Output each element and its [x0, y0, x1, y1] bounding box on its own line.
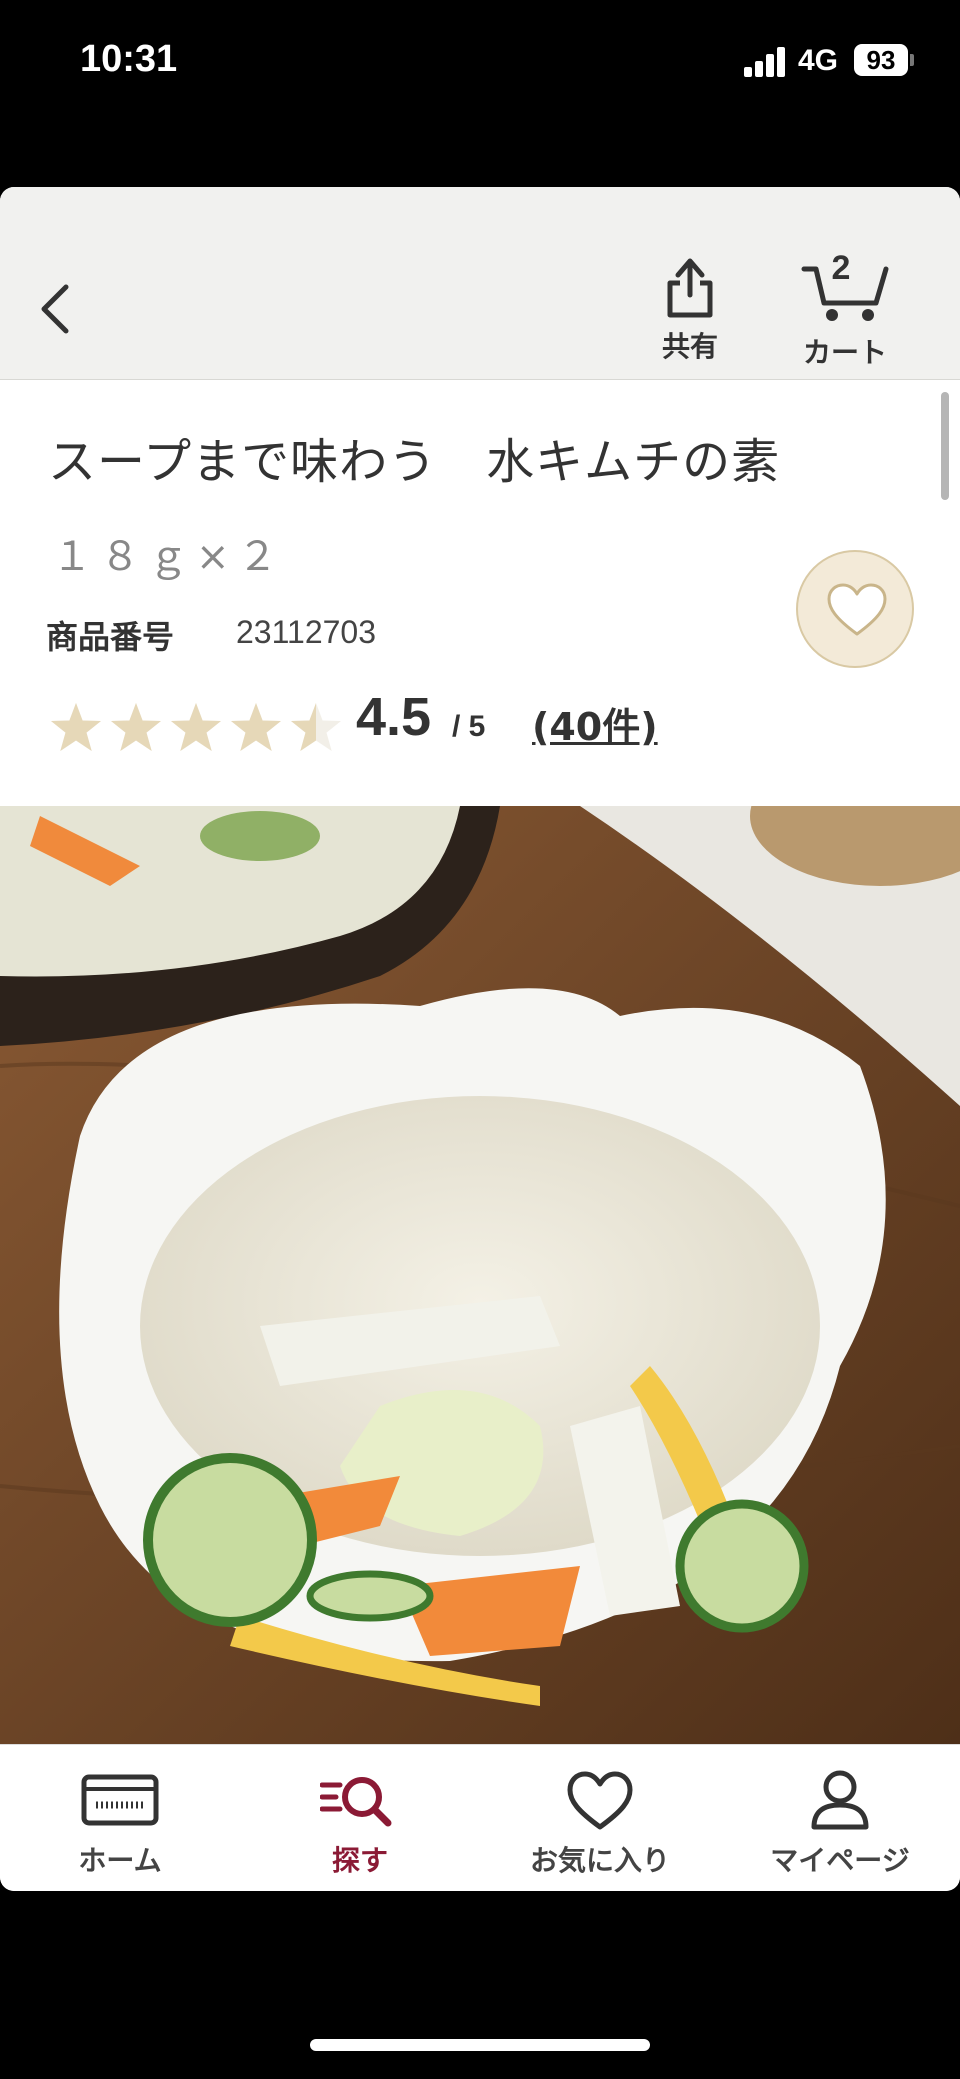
rating-value: 4.5	[356, 687, 432, 747]
share-label: 共有	[661, 330, 718, 363]
product-volume: １８ｇ×２	[52, 534, 286, 580]
star-icon	[111, 703, 161, 751]
nav-mypage[interactable]: マイページ	[720, 1745, 960, 1891]
search-list-icon	[320, 1777, 392, 1827]
scrollbar[interactable]	[941, 392, 949, 500]
heart-icon	[827, 583, 887, 636]
star-icon	[231, 703, 281, 751]
product-title: スープまで味わう 水キムチの素	[48, 434, 781, 490]
product-code-value: 23112703	[236, 614, 376, 650]
signal-icon	[744, 45, 788, 77]
favorite-button[interactable]	[796, 550, 914, 668]
home-indicator[interactable]	[310, 2039, 650, 2051]
product-photo	[0, 806, 960, 1744]
nav-favorites[interactable]: お気に入り	[480, 1745, 720, 1891]
product-info: スープまで味わう 水キムチの素 １８ｇ×２ 商品番号 23112703 4.5 …	[0, 380, 960, 806]
nav-home[interactable]: ホーム	[0, 1745, 240, 1891]
nav-favorites-label: お気に入り	[529, 1844, 670, 1877]
header-bar: 共有 2 カート	[0, 187, 960, 380]
heart-icon	[567, 1771, 633, 1830]
cart-label: カート	[802, 336, 887, 369]
bottom-nav: ホーム 探す お気に入り マイページ	[0, 1744, 960, 1891]
nav-mypage-label: マイページ	[770, 1844, 910, 1877]
nav-search[interactable]: 探す	[240, 1745, 480, 1891]
star-icon	[171, 703, 221, 751]
share-icon	[667, 258, 713, 318]
cart-button[interactable]: 2 カート	[790, 249, 900, 369]
product-sheet: 共有 2 カート スープまで味わう 水キムチの素 １８ｇ×２ 商品番号 2311…	[0, 187, 960, 1891]
chevron-left-icon	[41, 284, 69, 334]
share-button[interactable]: 共有	[650, 253, 730, 363]
back-button[interactable]	[36, 279, 86, 339]
product-code-label: 商品番号	[46, 618, 175, 656]
rating-max: / 5	[452, 710, 486, 743]
status-bar: 10:31 4G 93	[0, 0, 960, 120]
star-icon	[291, 703, 341, 751]
review-count-link[interactable]: (40件)	[532, 696, 658, 751]
status-time: 10:31	[80, 38, 178, 80]
cart-count-badge: 2	[831, 249, 851, 287]
star-icon	[51, 703, 101, 751]
user-icon	[811, 1770, 869, 1830]
nav-home-label: ホーム	[78, 1844, 162, 1877]
network-type: 4G	[798, 44, 839, 77]
battery-icon: 93	[854, 44, 908, 76]
nav-search-label: 探す	[331, 1844, 388, 1877]
home-card-icon	[81, 1774, 159, 1826]
battery-tip	[910, 54, 914, 66]
